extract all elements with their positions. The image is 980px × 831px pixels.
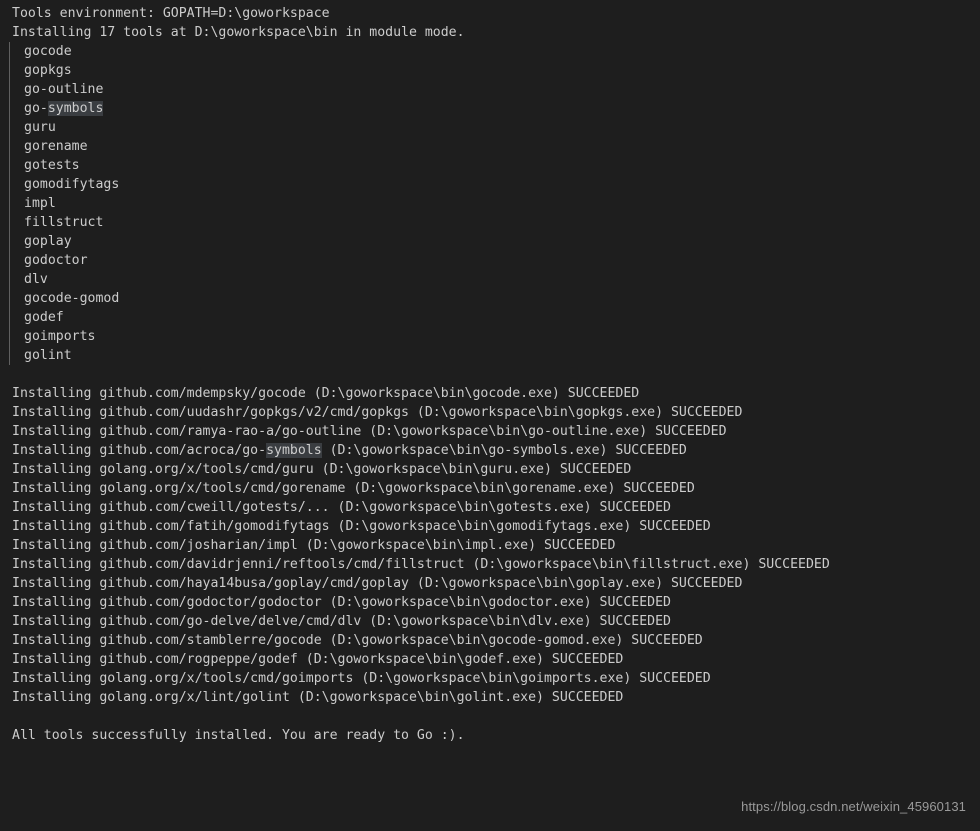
watermark-url: https://blog.csdn.net/weixin_45960131 (741, 799, 966, 814)
tool-list-item: goplay (24, 234, 72, 249)
tool-list-item: guru (24, 120, 56, 135)
install-log-line: Installing golang.org/x/lint/golint (D:\… (12, 690, 624, 705)
tool-list-item: go-symbols (0, 99, 980, 118)
install-summary-line: All tools successfully installed. You ar… (12, 728, 465, 743)
output-header-line: Tools environment: GOPATH=D:\goworkspace (12, 6, 330, 21)
tool-list-item: golint (24, 348, 72, 363)
install-log-line: Installing github.com/haya14busa/goplay/… (12, 576, 743, 591)
install-log-line: Installing github.com/stamblerre/gocode … (12, 633, 703, 648)
install-log-line: Installing github.com/uudashr/gopkgs/v2/… (12, 405, 743, 420)
line-text-segment: Installing github.com/acroca/go- (12, 443, 267, 458)
install-log-line: Installing github.com/acroca/go-symbols … (0, 441, 980, 460)
tool-list-item: gopkgs (24, 63, 72, 78)
search-match-highlight: symbols (266, 443, 322, 458)
install-log-line: Installing github.com/josharian/impl (D:… (12, 538, 616, 553)
tool-list-item: go-outline (24, 82, 104, 97)
tool-list-item: gocode (24, 44, 72, 59)
tool-list-block: gocode gopkgs go-outline go-symbols guru gore… (0, 42, 980, 365)
install-log-line: Installing golang.org/x/tools/cmd/gorena… (12, 481, 695, 496)
line-text-segment: go- (24, 101, 48, 116)
install-log-line: Installing github.com/mdempsky/gocode (D… (12, 386, 640, 401)
blank-separator-line (0, 707, 980, 726)
tool-list-item: godef (24, 310, 64, 325)
install-log-line: Installing github.com/rogpeppe/godef (D:… (12, 652, 624, 667)
tool-list-item: gomodifytags (24, 177, 120, 192)
tool-list-item: godoctor (24, 253, 88, 268)
install-log-line: Installing github.com/ramya-rao-a/go-out… (12, 424, 727, 439)
install-log-line: Installing golang.org/x/tools/cmd/guru (… (12, 462, 632, 477)
search-match-highlight: symbols (47, 101, 104, 116)
tool-list-item: impl (24, 196, 56, 211)
tool-list-item: dlv (24, 272, 48, 287)
install-log-line: Installing github.com/go-delve/delve/cmd… (12, 614, 671, 629)
install-log-block: Installing github.com/mdempsky/gocode (D… (0, 384, 980, 707)
tool-list-item: gotests (24, 158, 80, 173)
install-log-line: Installing github.com/davidrjenni/reftoo… (12, 557, 830, 572)
install-log-line: Installing github.com/godoctor/godoctor … (12, 595, 671, 610)
indent-guide-line (9, 42, 10, 365)
output-header-line: Installing 17 tools at D:\goworkspace\bi… (12, 25, 465, 40)
install-log-line: Installing golang.org/x/tools/cmd/goimpo… (12, 671, 711, 686)
tool-list-item: gorename (24, 139, 88, 154)
tool-list-item: fillstruct (24, 215, 104, 230)
install-log-line: Installing github.com/cweill/gotests/...… (12, 500, 671, 515)
line-text-segment: (D:\goworkspace\bin\go-symbols.exe) SUCC… (321, 443, 687, 458)
output-header-block: Tools environment: GOPATH=D:\goworkspace… (0, 4, 980, 42)
tool-list-item: gocode-gomod (24, 291, 120, 306)
tool-list-item: goimports (24, 329, 96, 344)
install-summary-block: All tools successfully installed. You ar… (0, 726, 980, 745)
install-log-line: Installing github.com/fatih/gomodifytags… (12, 519, 711, 534)
blank-separator-line (0, 365, 980, 384)
terminal-output-panel[interactable]: Tools environment: GOPATH=D:\goworkspace… (0, 0, 980, 831)
